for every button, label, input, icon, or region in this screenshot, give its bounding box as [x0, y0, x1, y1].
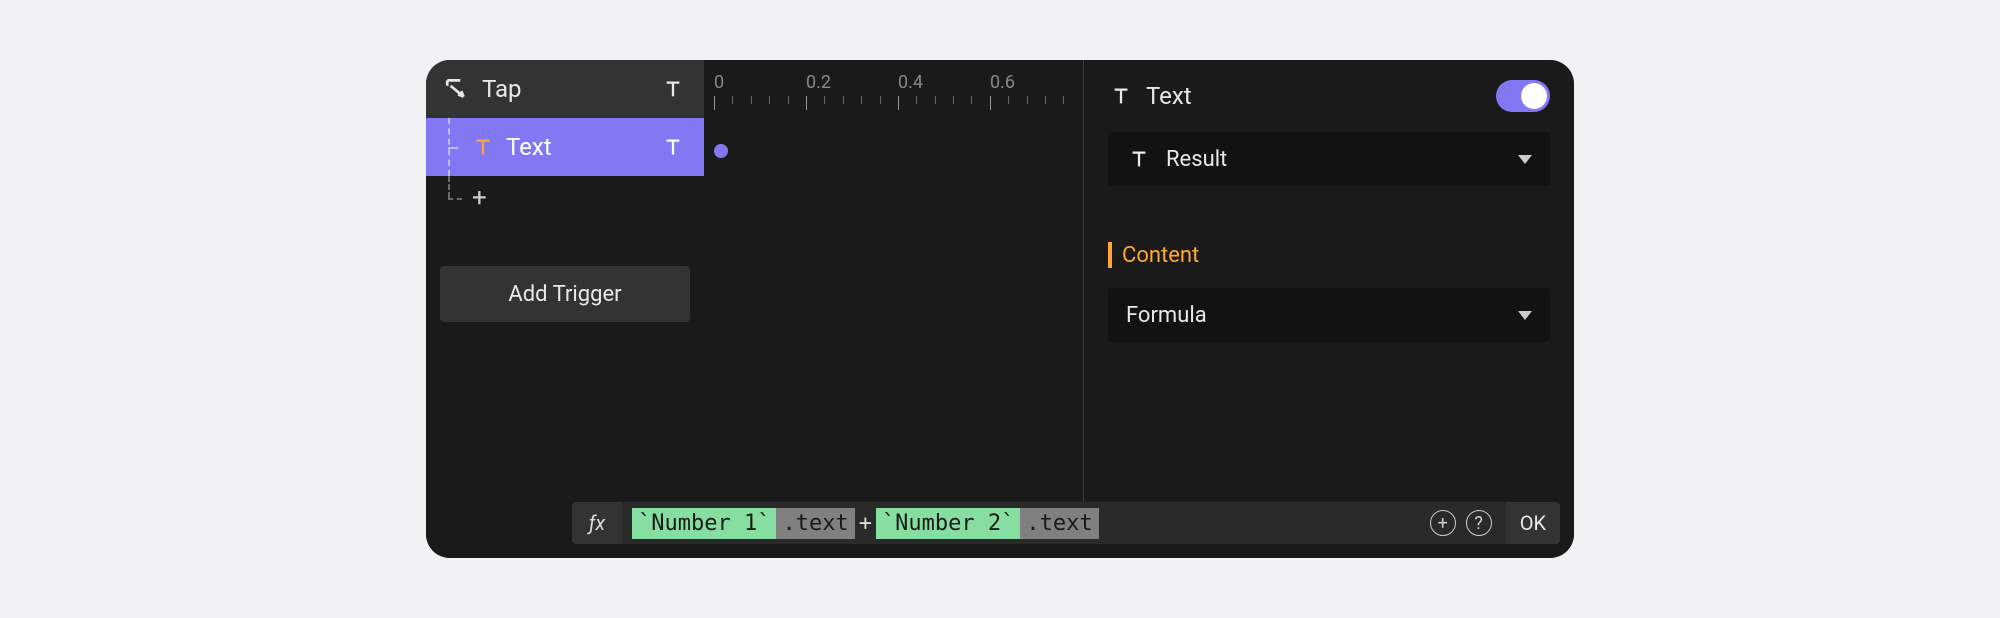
- panel-main: Tap Text + Add Tr: [426, 60, 1574, 502]
- target-layer-dropdown[interactable]: Result: [1108, 132, 1550, 186]
- trigger-header[interactable]: Tap: [426, 60, 704, 118]
- formula-token-prop: .text: [776, 508, 854, 539]
- enable-toggle[interactable]: [1496, 80, 1550, 112]
- add-reference-button[interactable]: +: [1430, 510, 1456, 536]
- tap-icon: [444, 76, 470, 102]
- layer-label: Text: [506, 133, 660, 161]
- text-icon: [1108, 83, 1134, 109]
- tree-guide-end-icon: [426, 176, 470, 220]
- add-layer-row[interactable]: +: [426, 176, 704, 220]
- ok-button[interactable]: OK: [1506, 502, 1560, 544]
- ruler-tick-3: 0.6: [990, 72, 1082, 93]
- chevron-down-icon: [1518, 311, 1532, 320]
- formula-token-var: `Number 2`: [876, 508, 1020, 539]
- content-type-label: Formula: [1126, 303, 1504, 328]
- chevron-down-icon: [1518, 155, 1532, 164]
- ruler-tick-2: 0.4: [898, 72, 990, 93]
- fx-button[interactable]: ƒx: [572, 502, 622, 544]
- fx-label: ƒx: [589, 511, 605, 535]
- keyframe-marker[interactable]: [714, 144, 728, 158]
- toggle-knob: [1521, 83, 1547, 109]
- timeline-layer-text[interactable]: Text: [426, 118, 704, 176]
- interaction-panel: Tap Text + Add Tr: [426, 60, 1574, 558]
- plus-icon: +: [1438, 513, 1448, 534]
- help-icon: ?: [1474, 513, 1483, 534]
- section-indicator-icon: [1108, 242, 1112, 268]
- target-layer-label: Result: [1166, 147, 1504, 172]
- trigger-sidebar: Tap Text + Add Tr: [426, 60, 704, 502]
- formula-actions: + ?: [1416, 502, 1506, 544]
- formula-token-prop: .text: [1020, 508, 1098, 539]
- formula-token-op: +: [855, 511, 876, 536]
- plus-icon: +: [472, 185, 487, 211]
- inspector-title: Text: [1146, 82, 1484, 110]
- content-type-dropdown[interactable]: Formula: [1108, 288, 1550, 342]
- timeline-ruler: 0 0.2 0.4 0.6: [704, 60, 1083, 118]
- text-icon: [1126, 146, 1152, 172]
- property-type-icon: [660, 134, 686, 160]
- add-trigger-button[interactable]: Add Trigger: [440, 266, 690, 322]
- ruler-ticks: [714, 96, 1083, 110]
- content-section-header: Content: [1108, 242, 1550, 268]
- inspector-panel: Text Result Content Formula: [1084, 60, 1574, 502]
- timeline-area[interactable]: 0 0.2 0.4 0.6: [704, 60, 1084, 502]
- trigger-name: Tap: [482, 75, 522, 103]
- formula-bar: ƒx `Number 1` .text + `Number 2` .text +…: [426, 502, 1574, 558]
- ruler-tick-0: 0: [714, 72, 806, 93]
- formula-token-var: `Number 1`: [632, 508, 776, 539]
- formula-input[interactable]: `Number 1` .text + `Number 2` .text: [622, 502, 1416, 544]
- add-trigger-label: Add Trigger: [508, 282, 621, 307]
- ok-label: OK: [1520, 511, 1546, 535]
- inspector-header: Text: [1108, 80, 1550, 112]
- text-type-icon: [660, 76, 686, 102]
- text-layer-icon: [470, 134, 496, 160]
- ruler-tick-1: 0.2: [806, 72, 898, 93]
- section-title: Content: [1122, 243, 1199, 268]
- formula-help-button[interactable]: ?: [1466, 510, 1492, 536]
- tree-guide-icon: [426, 118, 470, 176]
